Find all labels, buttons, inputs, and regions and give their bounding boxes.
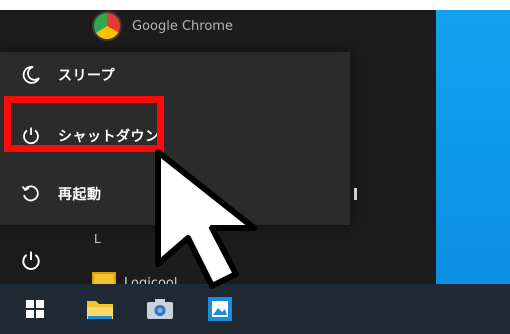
- power-icon: [22, 251, 40, 270]
- camera-icon: [147, 299, 173, 319]
- chrome-icon: [92, 11, 122, 41]
- windows-icon: [26, 300, 44, 318]
- desktop-background: [436, 10, 510, 284]
- background-app-row[interactable]: Google Chrome: [92, 10, 233, 42]
- menu-item-label: スリープ: [58, 68, 116, 84]
- menu-item-sleep[interactable]: スリープ: [0, 52, 350, 98]
- moon-icon: [20, 64, 42, 86]
- scroll-indicator: [354, 188, 357, 200]
- restart-icon: [20, 183, 42, 205]
- menu-item-label: 再起動: [58, 187, 102, 203]
- photos-icon: [208, 297, 232, 321]
- app-list-section-letter[interactable]: L: [94, 232, 101, 246]
- folder-icon: [87, 301, 113, 319]
- background-app-label: Google Chrome: [132, 18, 233, 34]
- highlight-annotation: [4, 96, 164, 152]
- start-button[interactable]: [0, 284, 70, 334]
- mouse-cursor-icon: [155, 149, 257, 289]
- file-explorer-button[interactable]: [70, 284, 130, 334]
- side-power-button[interactable]: [20, 250, 44, 274]
